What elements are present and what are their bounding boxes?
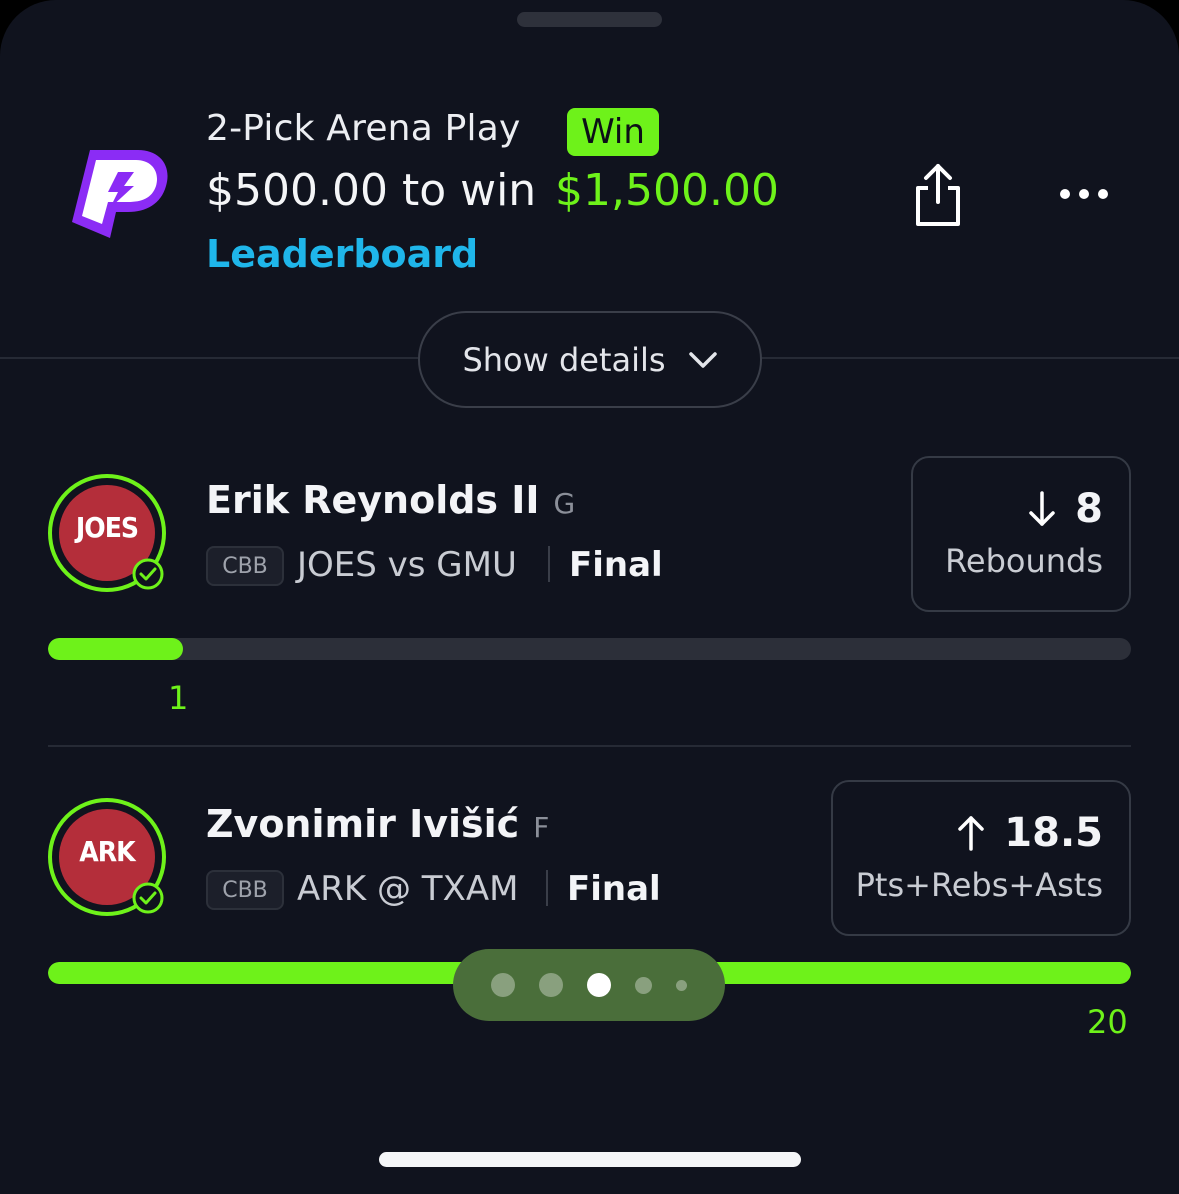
jersey-team-text: ARK <box>79 835 135 868</box>
matchup: ARK @ TXAM <box>297 869 519 909</box>
page-dot[interactable] <box>676 979 687 991</box>
player-avatar: JOES <box>48 474 166 592</box>
share-icon[interactable] <box>908 160 968 230</box>
pick-line: 8 <box>1027 486 1103 532</box>
page-indicator[interactable] <box>453 949 725 1021</box>
page-dot[interactable] <box>491 973 515 997</box>
game-status: Final <box>569 545 663 585</box>
show-details-button[interactable]: Show details <box>418 311 762 408</box>
line-value: 18.5 <box>1004 810 1103 856</box>
player-avatar: ARK <box>48 798 166 916</box>
player-position: G <box>553 487 576 520</box>
bottom-sheet: 2-Pick Arena Play Win $500.00 to win $1,… <box>0 0 1179 1194</box>
player-position: F <box>533 811 550 844</box>
player-name: Erik Reynolds II <box>206 478 540 522</box>
home-indicator[interactable] <box>379 1152 801 1167</box>
progress-fill <box>48 638 184 660</box>
player-name: Zvonimir Ivišić <box>206 802 520 846</box>
page-dot[interactable] <box>635 976 652 994</box>
progress-track <box>48 638 1131 660</box>
leaderboard-link[interactable]: Leaderboard <box>206 232 478 276</box>
check-icon <box>132 882 164 914</box>
matchup: JOES vs GMU <box>297 545 517 585</box>
player-name-row: Erik Reynolds II G <box>206 478 575 522</box>
stat-type: Pts+Rebs+Asts <box>855 866 1103 904</box>
page-dot[interactable] <box>587 973 611 997</box>
check-icon <box>132 558 164 590</box>
game-status: Final <box>567 869 661 909</box>
result-badge: Win <box>567 108 659 156</box>
result-value: 20 <box>1087 1003 1128 1041</box>
show-details-label: Show details <box>462 340 666 379</box>
prizepicks-logo <box>68 142 172 246</box>
pick-divider <box>48 745 1131 747</box>
player-name-row: Zvonimir Ivišić F <box>206 802 549 846</box>
contest-title: 2-Pick Arena Play <box>206 108 521 149</box>
result-value: 1 <box>168 679 189 717</box>
chevron-down-icon <box>688 351 717 368</box>
pick-line: 18.5 <box>956 810 1103 856</box>
separator <box>546 870 548 906</box>
separator <box>548 546 550 582</box>
league-badge: CBB <box>206 870 284 910</box>
pick-line-box: 18.5 Pts+Rebs+Asts <box>831 780 1131 936</box>
pick-line-box: 8 Rebounds <box>911 456 1131 612</box>
line-value: 8 <box>1075 486 1103 532</box>
arrow-down-icon <box>1029 491 1055 526</box>
page-dot[interactable] <box>539 973 563 997</box>
arrow-up-icon <box>958 816 985 851</box>
sheet-grabber[interactable] <box>517 12 662 27</box>
more-icon[interactable] <box>1056 176 1112 212</box>
stake-text: $500.00 to win <box>206 165 537 216</box>
payout-amount: $1,500.00 <box>555 165 779 216</box>
jersey-team-text: JOES <box>75 511 139 544</box>
stat-type: Rebounds <box>945 542 1103 580</box>
league-badge: CBB <box>206 546 284 586</box>
